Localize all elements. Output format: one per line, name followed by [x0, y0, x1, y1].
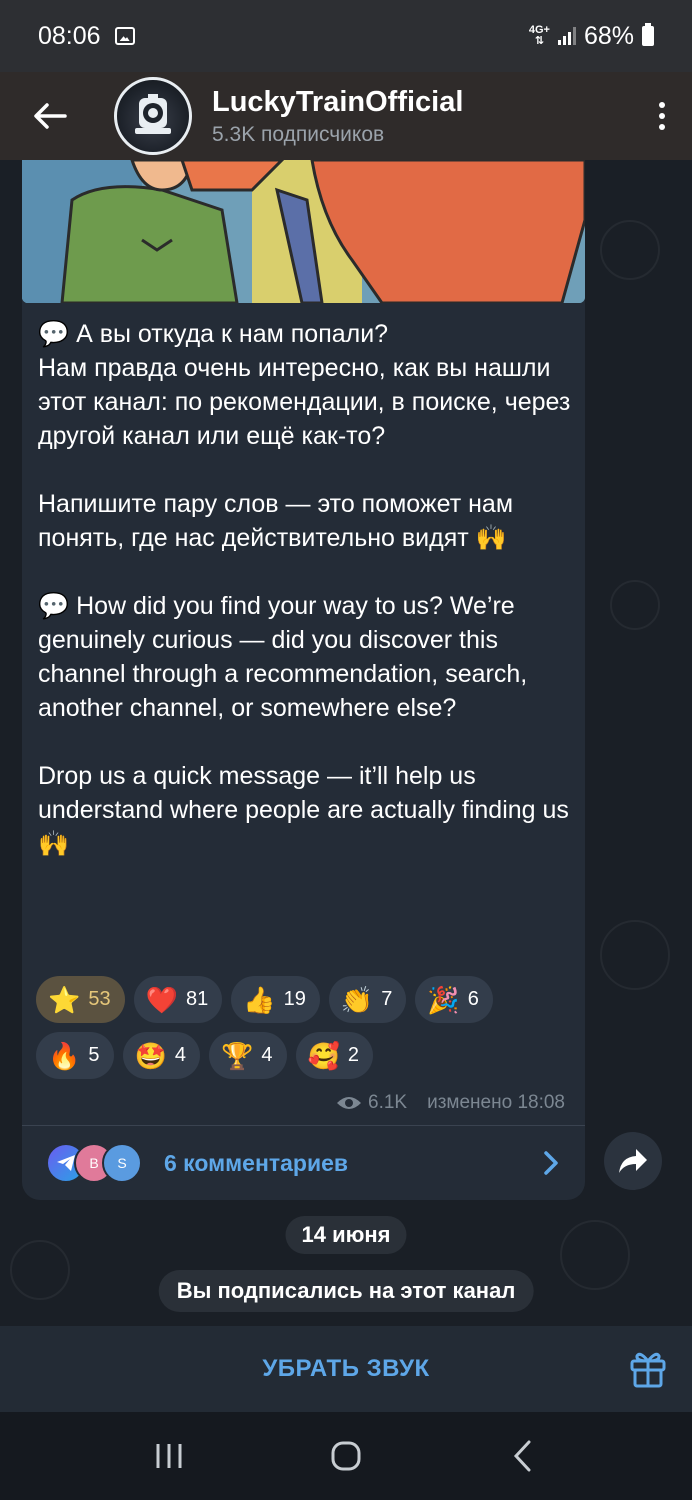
reaction-count: 5 — [88, 1044, 100, 1066]
status-indicators: 4G+ ⇅ 68% — [529, 22, 654, 51]
post-text: 💬 А вы откуда к нам попали? Нам правда о… — [38, 320, 571, 858]
post-illustration[interactable] — [22, 160, 585, 303]
reaction-button[interactable]: 👍 19 — [231, 976, 320, 1023]
reaction-button[interactable]: 🏆 4 — [209, 1032, 287, 1079]
reaction-count: 2 — [347, 1044, 359, 1066]
recents-button[interactable] — [139, 1426, 199, 1486]
commenter-avatars: B S — [46, 1143, 142, 1183]
channel-name: LuckyTrainOfficial — [212, 85, 464, 118]
avatar: S — [102, 1143, 142, 1183]
share-button[interactable] — [604, 1132, 662, 1190]
service-message: Вы подписались на этот канал — [158, 1270, 534, 1312]
reaction-count: 6 — [467, 988, 479, 1010]
reaction-count: 4 — [261, 1044, 273, 1066]
more-menu-button[interactable] — [632, 72, 692, 160]
gallery-notification-icon — [114, 27, 135, 45]
chat-area[interactable]: 💬 А вы откуда к нам попали? Нам правда о… — [0, 160, 692, 1326]
share-arrow-icon — [619, 1149, 647, 1173]
back-nav-button[interactable] — [493, 1426, 553, 1486]
views-eye-icon — [337, 1097, 361, 1109]
network-type-icon: 4G+ ⇅ — [528, 24, 550, 47]
comments-count-label: 6 комментариев — [164, 1149, 349, 1176]
train-logo-icon — [135, 94, 171, 134]
reaction-emoji: 👏 — [340, 984, 374, 1015]
comments-button[interactable]: B S 6 комментариев — [22, 1125, 585, 1200]
dot-icon — [659, 102, 665, 108]
reaction-emoji: 🎉 — [427, 984, 460, 1015]
reaction-emoji: ⭐ — [48, 984, 81, 1015]
dot-icon — [659, 124, 665, 130]
reaction-emoji: 🔥 — [48, 1040, 81, 1071]
reaction-count: 7 — [381, 988, 393, 1010]
date-divider: 14 июня — [285, 1216, 407, 1254]
system-nav-bar — [0, 1412, 692, 1500]
subscriber-count: 5.3K подписчиков — [212, 122, 385, 146]
reaction-button[interactable]: 🤩 4 — [122, 1032, 200, 1079]
mute-button[interactable]: УБРАТЬ ЗВУК — [262, 1355, 429, 1383]
chat-header: LuckyTrainOfficial 5.3K подписчиков — [0, 72, 692, 160]
channel-avatar[interactable] — [114, 77, 192, 155]
reaction-emoji: 👍 — [243, 984, 276, 1015]
edited-time: изменено 18:08 — [427, 1092, 565, 1113]
reaction-button[interactable]: 👏 7 — [328, 976, 407, 1023]
back-chevron-icon — [514, 1440, 531, 1472]
arrow-left-icon — [34, 103, 67, 129]
reaction-emoji: ❤️ — [145, 984, 178, 1015]
signal-icon — [557, 27, 576, 45]
reaction-button[interactable]: ❤️ 81 — [133, 976, 223, 1023]
reaction-button[interactable]: ⭐ 53 — [36, 976, 125, 1023]
status-bar: 08:06 4G+ ⇅ 68% — [0, 0, 692, 72]
battery-icon — [642, 23, 654, 46]
dot-icon — [659, 113, 665, 119]
recents-icon — [156, 1444, 182, 1468]
reaction-emoji: 🤩 — [134, 1040, 167, 1071]
reaction-emoji: 🏆 — [221, 1040, 254, 1071]
reaction-emoji: 🥰 — [307, 1040, 340, 1071]
back-button[interactable] — [0, 72, 100, 160]
reaction-button[interactable]: 🎉 6 — [415, 976, 493, 1023]
channel-post[interactable]: 💬 А вы откуда к нам попали? Нам правда о… — [22, 160, 585, 1200]
home-icon — [331, 1441, 361, 1471]
bottom-bar: УБРАТЬ ЗВУК — [0, 1326, 692, 1412]
reaction-button[interactable]: 🔥 5 — [36, 1032, 114, 1079]
reaction-count: 53 — [88, 988, 111, 1010]
chevron-right-icon — [544, 1151, 558, 1175]
status-time: 08:06 — [38, 21, 101, 50]
reactions-list: ⭐ 53 ❤️ 81 👍 19 👏 7 🎉 6 🔥 5 🤩 4 🏆 4 🥰 2 — [36, 976, 576, 1079]
reaction-button[interactable]: 🥰 2 — [295, 1032, 373, 1079]
reaction-count: 81 — [186, 988, 209, 1010]
post-meta: 6.1K изменено 18:08 — [336, 1092, 565, 1114]
reaction-count: 19 — [283, 988, 306, 1010]
home-button[interactable] — [316, 1426, 376, 1486]
channel-title-block[interactable]: LuckyTrainOfficial 5.3K подписчиков — [212, 86, 463, 147]
gift-icon[interactable] — [630, 1350, 666, 1388]
view-count: 6.1K — [368, 1092, 408, 1113]
battery-percent: 68% — [583, 21, 634, 50]
reaction-count: 4 — [174, 1044, 186, 1066]
